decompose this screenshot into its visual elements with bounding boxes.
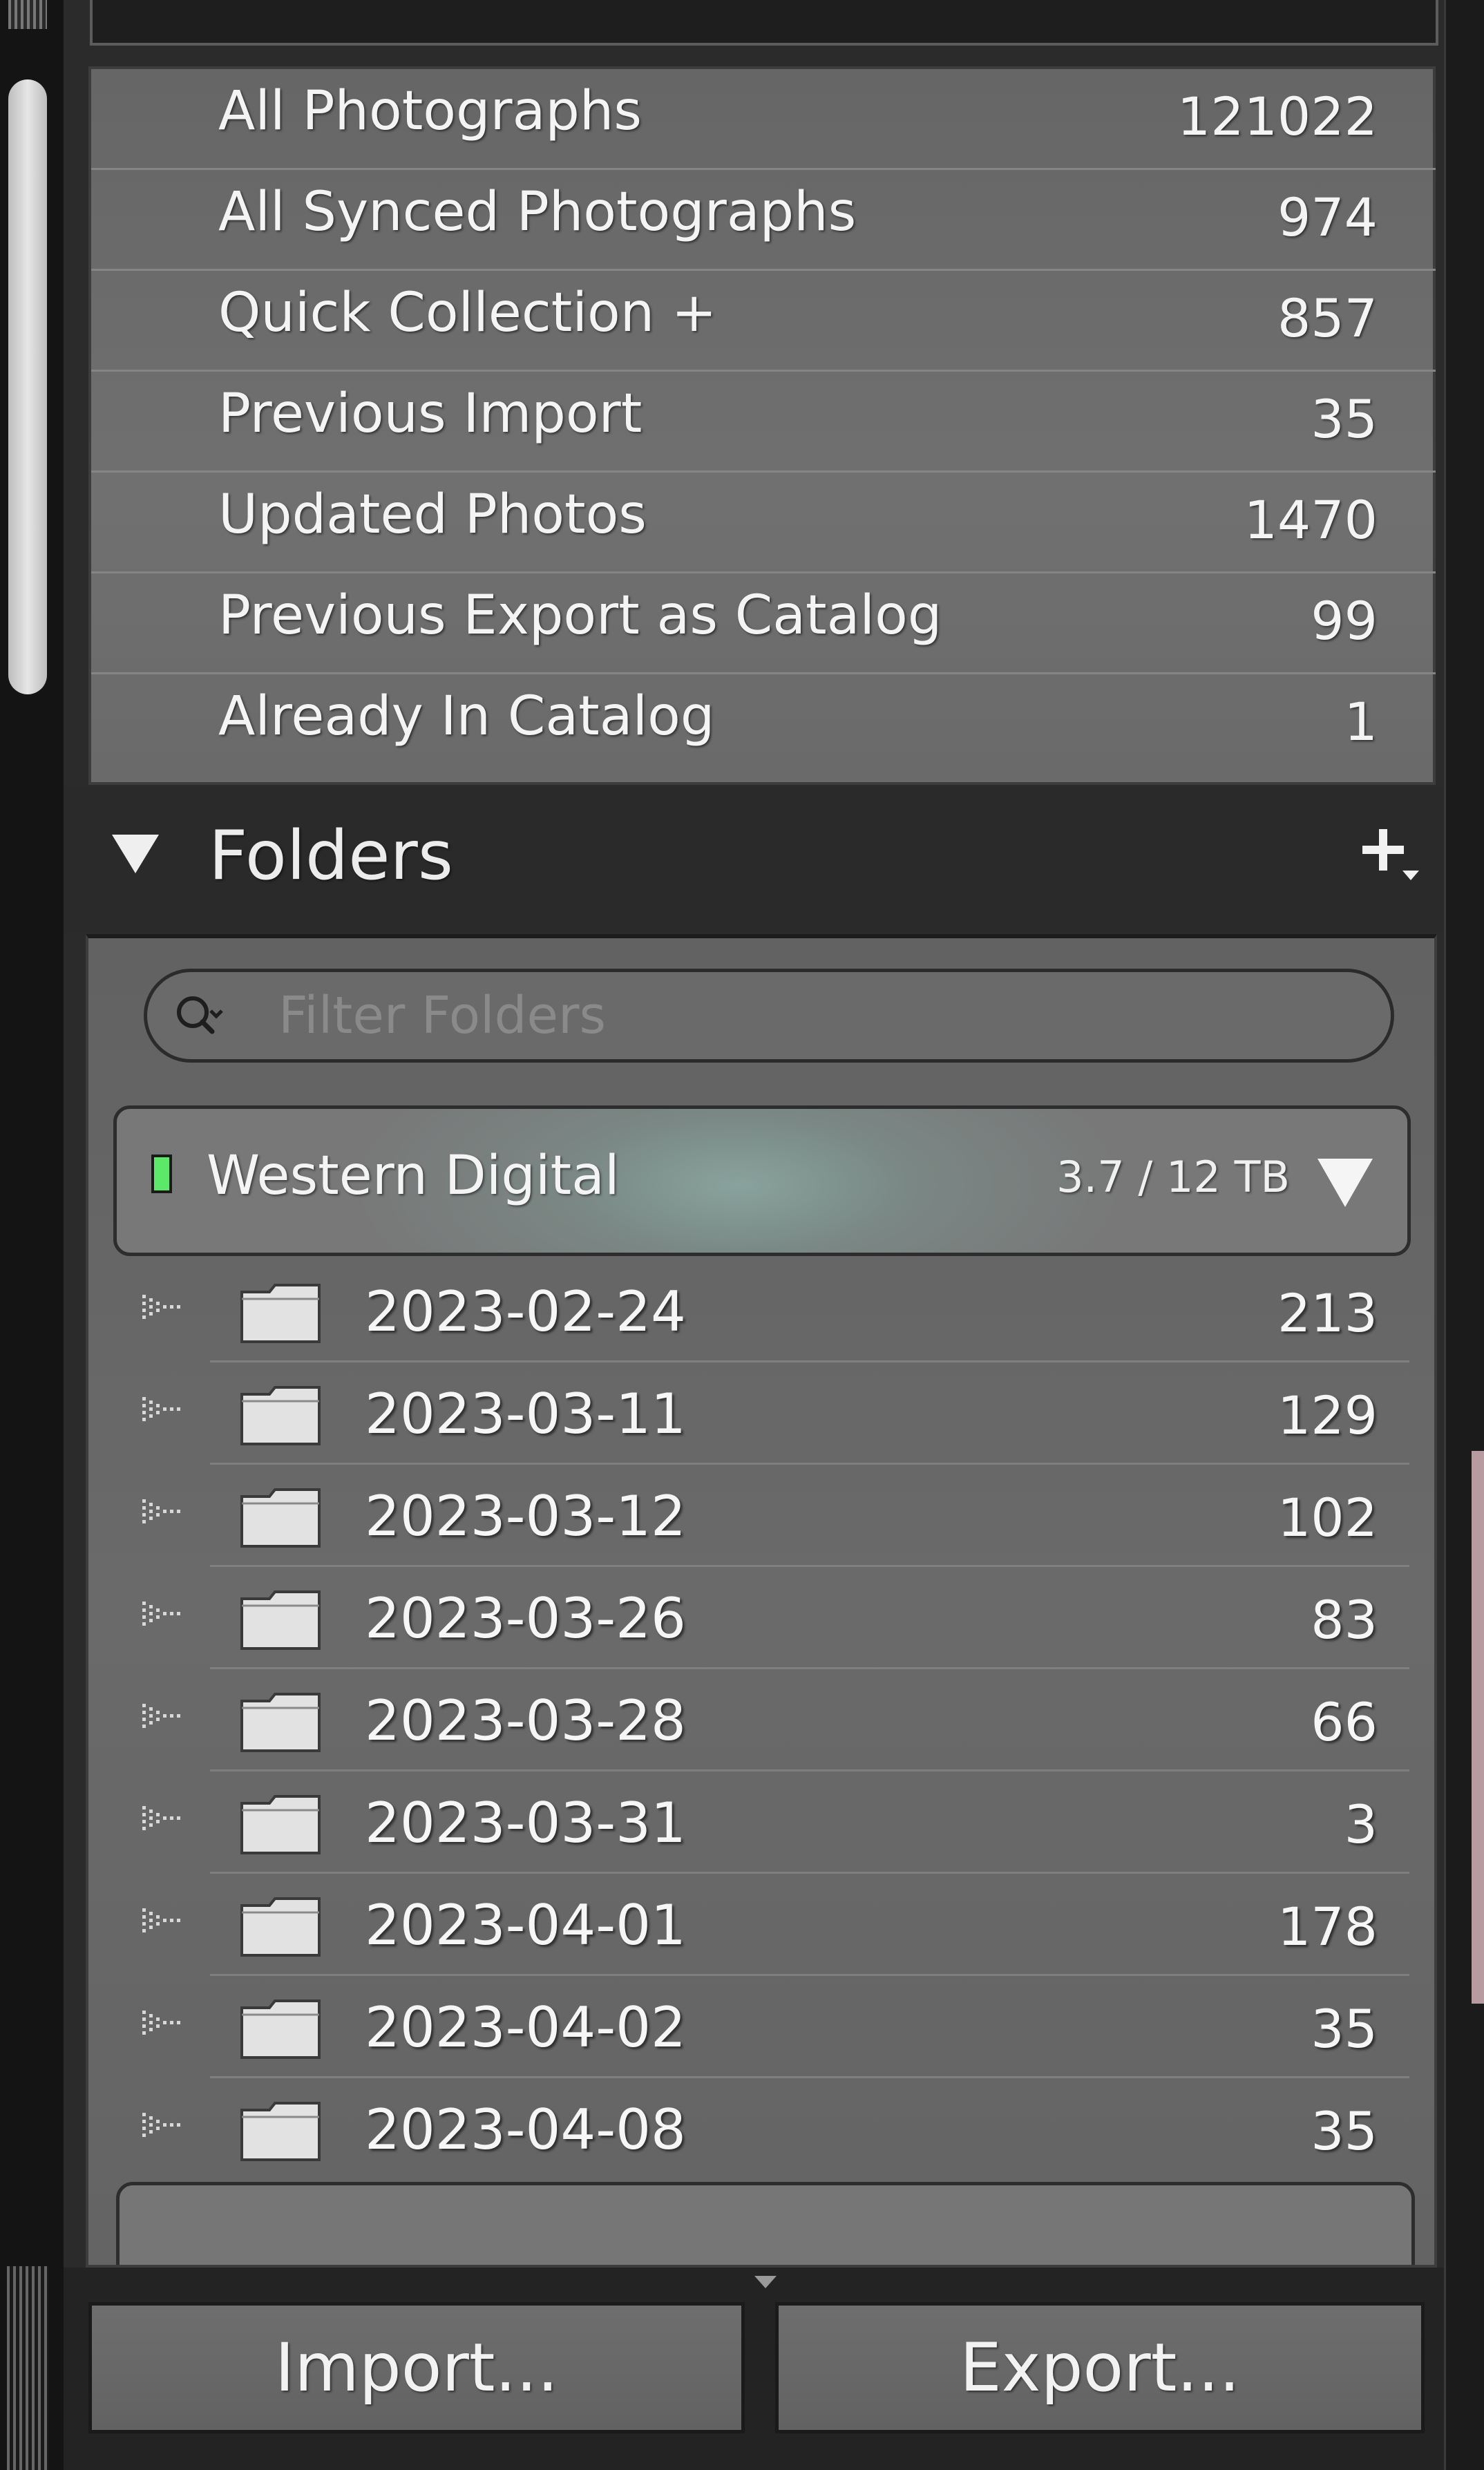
folder-count: 66 (1311, 1691, 1378, 1753)
folder-count: 35 (1311, 2100, 1378, 2162)
folder-row[interactable]: 2023-02-24 213 (88, 1260, 1434, 1362)
catalog-item-previous-import[interactable]: Previous Import 35 (91, 372, 1436, 473)
disclosure-dots-icon[interactable] (142, 1499, 184, 1527)
catalog-item-count: 974 (1277, 187, 1378, 248)
disclosure-dots-icon[interactable] (142, 1397, 184, 1425)
catalog-item-label: All Photographs (218, 80, 642, 142)
lightroom-left-panel: All Photographs 121022 All Synced Photog… (0, 0, 1484, 2470)
folder-row[interactable]: 2023-03-31 3 (88, 1771, 1434, 1874)
folders-panel: Western Digital 3.7 / 12 TB 2023-02-24 2… (86, 934, 1437, 2268)
folder-name: 2023-03-11 (365, 1382, 686, 1446)
folder-count: 35 (1311, 1998, 1378, 2060)
catalog-item-count: 99 (1311, 590, 1378, 652)
panel-top-edge (90, 0, 1438, 46)
catalog-item-label: Quick Collection + (218, 282, 717, 344)
folder-count: 83 (1311, 1589, 1378, 1651)
folder-count: 3 (1344, 1794, 1378, 1855)
folder-row[interactable]: 2023-03-26 83 (88, 1567, 1434, 1669)
next-volume-header[interactable] (116, 2182, 1415, 2265)
filter-folders-input[interactable] (278, 985, 1356, 1047)
folder-row[interactable]: 2023-04-02 35 (88, 1976, 1434, 2078)
catalog-collections-list: All Photographs 121022 All Synced Photog… (88, 66, 1436, 785)
volume-collapse-triangle-icon[interactable] (1317, 1159, 1373, 1207)
catalog-item-label: Previous Import (218, 383, 643, 445)
folder-icon (240, 1590, 321, 1650)
folder-icon (240, 1693, 321, 1752)
folder-icon (240, 1897, 321, 1957)
catalog-item-previous-export-as-catalog[interactable]: Previous Export as Catalog 99 (91, 573, 1436, 674)
disclosure-triangle-icon[interactable] (112, 835, 159, 873)
folder-icon (240, 1795, 321, 1854)
folder-count: 213 (1277, 1282, 1378, 1344)
catalog-item-count: 1470 (1244, 489, 1378, 551)
folder-name: 2023-04-02 (365, 1995, 686, 2060)
folder-name: 2023-03-26 (365, 1586, 686, 1651)
folder-icon (240, 1284, 321, 1343)
disclosure-dots-icon[interactable] (142, 2113, 184, 2140)
catalog-item-label: All Synced Photographs (218, 181, 857, 243)
folder-row[interactable]: 2023-04-08 35 (88, 2078, 1434, 2181)
folder-name: 2023-04-08 (365, 2098, 686, 2162)
disclosure-dots-icon[interactable] (142, 1295, 184, 1322)
disclosure-dots-icon[interactable] (142, 1704, 184, 1731)
left-panel-strip (0, 0, 64, 2470)
panel-resize-grip[interactable] (8, 0, 47, 29)
catalog-item-count: 35 (1311, 388, 1378, 450)
folder-count: 102 (1277, 1487, 1378, 1548)
folder-name: 2023-03-31 (365, 1791, 686, 1855)
folder-count: 129 (1277, 1385, 1378, 1446)
import-button[interactable]: Import... (88, 2302, 745, 2433)
volume-header-western-digital[interactable]: Western Digital 3.7 / 12 TB (113, 1105, 1411, 1256)
folder-row[interactable]: 2023-03-28 66 (88, 1669, 1434, 1771)
search-icon[interactable] (175, 993, 223, 1041)
catalog-item-all-synced-photographs[interactable]: All Synced Photographs 974 (91, 170, 1436, 271)
right-edge-highlight (1472, 1451, 1484, 2004)
catalog-item-already-in-catalog[interactable]: Already In Catalog 1 (91, 674, 1436, 775)
right-panel-edge (1444, 0, 1484, 2470)
catalog-item-all-photographs[interactable]: All Photographs 121022 (91, 69, 1436, 170)
volume-name: Western Digital (207, 1145, 620, 1207)
folder-name: 2023-04-01 (365, 1893, 686, 1957)
filter-folders-search[interactable] (144, 969, 1394, 1063)
catalog-item-count: 1 (1344, 691, 1378, 752)
folder-row[interactable]: 2023-03-11 129 (88, 1362, 1434, 1465)
folder-row[interactable]: 2023-03-12 102 (88, 1465, 1434, 1567)
disclosure-dots-icon[interactable] (142, 2011, 184, 2038)
folder-count: 178 (1277, 1896, 1378, 1957)
catalog-item-count: 121022 (1177, 86, 1378, 147)
folders-title: Folders (209, 817, 453, 895)
panel-collapse-arrow-icon[interactable] (754, 2276, 777, 2288)
export-button[interactable]: Export... (775, 2302, 1425, 2433)
folder-icon (240, 1999, 321, 2059)
folders-section-header[interactable]: Folders (64, 788, 1445, 933)
volume-usage: 3.7 / 12 TB (1056, 1152, 1290, 1202)
panel-resize-grip-bottom[interactable] (7, 2266, 48, 2470)
folder-icon (240, 2102, 321, 2161)
catalog-item-updated-photos[interactable]: Updated Photos 1470 (91, 473, 1436, 573)
volume-status-indicator (151, 1155, 172, 1193)
folder-icon (240, 1488, 321, 1548)
folder-icon (240, 1386, 321, 1445)
catalog-item-label: Already In Catalog (218, 685, 715, 748)
disclosure-dots-icon[interactable] (142, 1908, 184, 1936)
bottom-button-bar: Import... Export... (64, 2268, 1445, 2470)
catalog-item-count: 857 (1277, 287, 1378, 349)
disclosure-dots-icon[interactable] (142, 1806, 184, 1834)
folder-row[interactable]: 2023-04-01 178 (88, 1874, 1434, 1976)
panel-scrollbar-thumb[interactable] (8, 79, 47, 694)
folder-name: 2023-02-24 (365, 1280, 686, 1344)
catalog-item-label: Previous Export as Catalog (218, 585, 942, 647)
disclosure-dots-icon[interactable] (142, 1602, 184, 1629)
plus-dropdown-icon[interactable] (1349, 815, 1419, 884)
catalog-item-quick-collection[interactable]: Quick Collection + 857 (91, 271, 1436, 372)
catalog-item-label: Updated Photos (218, 484, 647, 546)
folder-name: 2023-03-12 (365, 1484, 686, 1548)
folder-name: 2023-03-28 (365, 1689, 686, 1753)
